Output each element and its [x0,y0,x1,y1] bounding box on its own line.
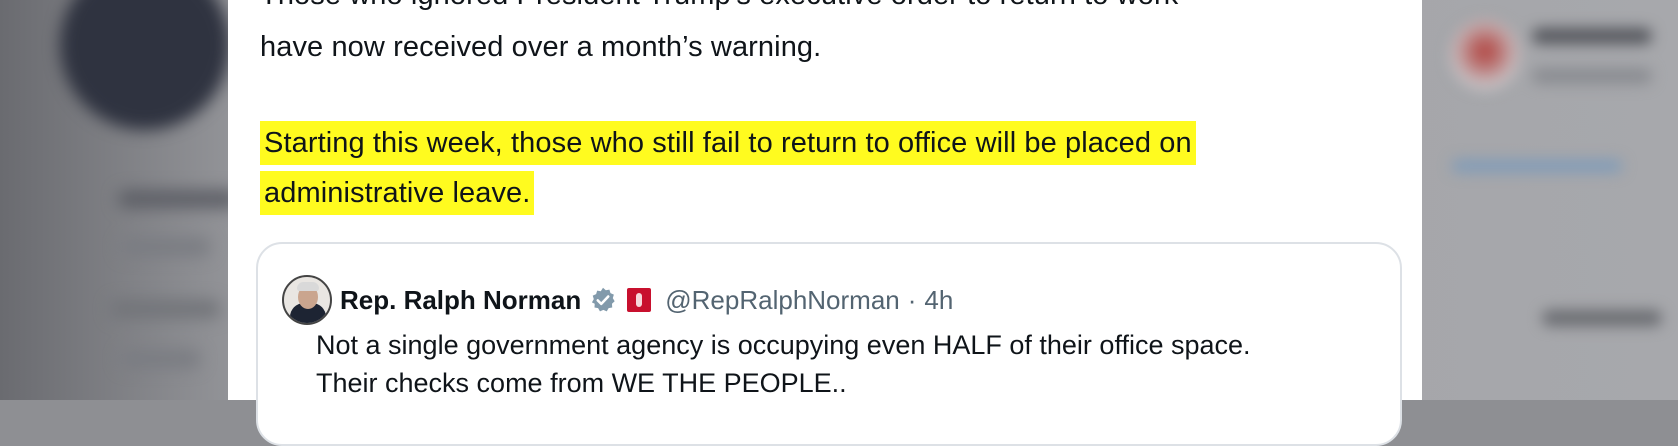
author-handle[interactable]: @RepRalphNorman [665,285,900,316]
quoted-tweet[interactable]: Rep. Ralph Norman @RepRalphNorman · 4h N… [256,242,1402,446]
tweet-text-line: Those who ignored President Trump's exec… [260,0,1402,20]
blurred-text [1532,28,1652,44]
blurred-text [120,238,210,256]
blurred-left-column [0,0,238,400]
quoted-tweet-header: Rep. Ralph Norman @RepRalphNorman · 4h [282,274,953,326]
highlighted-paragraph: Starting this week, those who still fail… [260,118,1402,218]
verified-badge-icon [592,287,615,312]
blurred-link [1452,160,1622,172]
blurred-avatar [1450,20,1520,90]
quoted-text-line: Not a single government agency is occupy… [316,330,1251,360]
blurred-text [110,300,220,318]
quoted-tweet-body: Not a single government agency is occupy… [316,326,1380,402]
avatar[interactable] [282,275,332,325]
blurred-text [1532,68,1652,84]
tweet-text-line: have now received over a month’s warning… [260,31,822,63]
highlighted-text: Starting this week, those who still fail… [260,121,1196,165]
blurred-text [1542,310,1662,326]
blurred-text [120,350,200,368]
blurred-right-column [1422,0,1678,400]
highlighted-text: administrative leave. [260,171,535,215]
timestamp[interactable]: 4h [924,285,953,316]
tweet-card: Those who ignored President Trump's exec… [228,0,1422,446]
blurred-avatar [60,0,230,130]
quoted-text-line: Their checks come from WE THE PEOPLE.. [316,368,847,398]
separator-dot: · [907,284,917,315]
blurred-text [118,190,238,208]
author-name[interactable]: Rep. Ralph Norman [340,285,581,316]
congress-flag-icon [627,288,652,312]
